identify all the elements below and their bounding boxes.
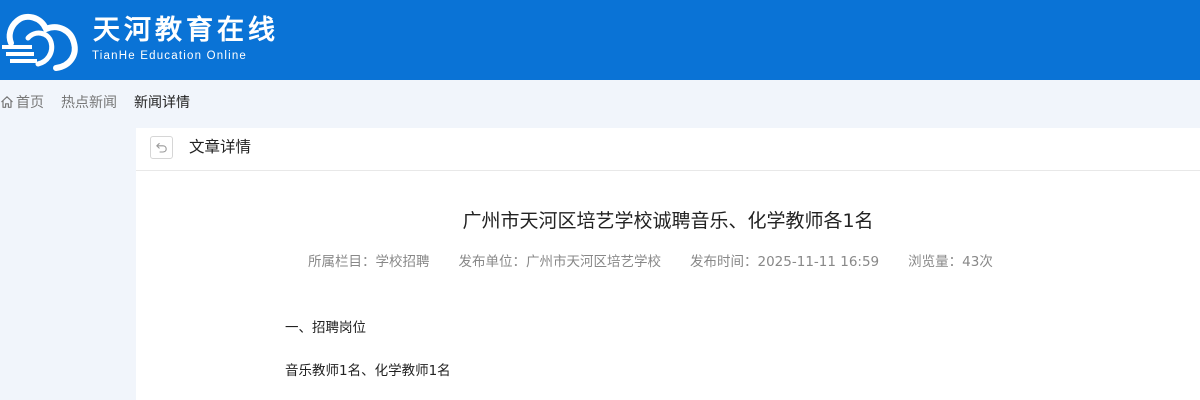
brand-subtitle: TianHe Education Online (92, 50, 248, 62)
breadcrumb-home-label: 首页 (16, 95, 44, 111)
brand-title: 天河教育在线 (93, 15, 279, 46)
article-panel: 文章详情 广州市天河区培艺学校诚聘音乐、化学教师各1名 所属栏目：学校招聘 发布… (136, 128, 1200, 400)
article-meta: 所属栏目：学校招聘 发布单位：广州市天河区培艺学校 发布时间：2025-11-1… (308, 252, 993, 272)
breadcrumb-current: 新闻详情 (134, 95, 190, 111)
breadcrumb: 首页 热点新闻 新闻详情 (0, 86, 190, 118)
article-title: 广州市天河区培艺学校诚聘音乐、化学教师各1名 (462, 210, 874, 232)
article-paragraph: 音乐教师1名、化学教师1名 (285, 363, 451, 379)
cloud-logo-icon[interactable] (0, 10, 80, 72)
meta-time: 发布时间：2025-11-11 16:59 (690, 254, 880, 270)
panel-title: 文章详情 (189, 138, 252, 156)
breadcrumb-home[interactable]: 首页 (0, 92, 44, 112)
meta-views: 浏览量：43次 (908, 254, 993, 270)
back-button[interactable] (150, 136, 173, 159)
breadcrumb-hot-news[interactable]: 热点新闻 (61, 92, 117, 112)
home-icon (1, 96, 13, 108)
article-paragraph: 一、招聘岗位 (285, 320, 366, 336)
back-arrow-icon (156, 142, 167, 153)
meta-column: 所属栏目：学校招聘 (308, 254, 430, 270)
panel-header: 文章详情 (136, 128, 1200, 171)
site-header: 天河教育在线 TianHe Education Online (0, 0, 1200, 80)
meta-publisher: 发布单位：广州市天河区培艺学校 (458, 254, 662, 270)
